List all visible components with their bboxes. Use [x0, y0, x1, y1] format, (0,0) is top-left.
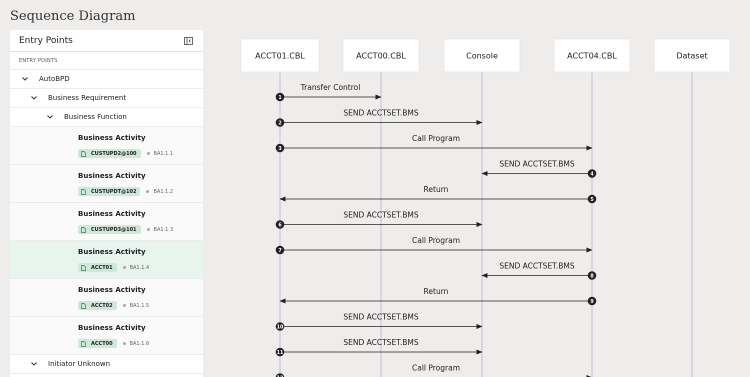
- message-label: Return: [424, 185, 449, 194]
- step-number: 7: [278, 248, 281, 254]
- message-label: Transfer Control: [300, 83, 361, 92]
- participant-label: Dataset: [676, 52, 707, 61]
- participant[interactable]: ACCT04.CBL: [553, 38, 631, 73]
- participant-label: ACCT00.CBL: [356, 52, 406, 61]
- message[interactable]: 8SEND ACCTSET.BMS: [481, 262, 597, 280]
- message[interactable]: 12Call Program: [275, 364, 593, 377]
- step-number: 3: [278, 146, 281, 152]
- message[interactable]: 2 SEND ACCTSET.BMS: [275, 109, 483, 127]
- message[interactable]: 1 Transfer Control: [275, 83, 382, 102]
- message-label: SEND ACCTSET.BMS: [343, 211, 419, 220]
- message-label: Return: [424, 287, 449, 296]
- step-number: 11: [277, 350, 284, 356]
- participant[interactable]: Console: [443, 38, 521, 73]
- step-number: 1: [278, 95, 281, 101]
- step-number: 2: [278, 120, 281, 126]
- participant[interactable]: ACCT01.CBL: [240, 38, 320, 73]
- message-label: SEND ACCTSET.BMS: [499, 262, 575, 271]
- message[interactable]: 4SEND ACCTSET.BMS: [481, 160, 597, 178]
- participant-label: ACCT04.CBL: [567, 52, 617, 61]
- participant-label: Console: [466, 52, 498, 61]
- message[interactable]: 3 Call Program: [275, 134, 593, 153]
- message[interactable]: 11 SEND ACCTSET.BMS: [275, 338, 483, 357]
- step-number: 10: [277, 324, 284, 330]
- message[interactable]: 7 Call Program: [275, 236, 593, 255]
- message-label: Call Program: [412, 364, 460, 373]
- message-label: SEND ACCTSET.BMS: [343, 338, 419, 347]
- message-label: Call Program: [412, 134, 460, 143]
- message[interactable]: 10 SEND ACCTSET.BMS: [275, 313, 483, 331]
- step-number: 5: [590, 197, 593, 203]
- participant[interactable]: Dataset: [653, 38, 731, 73]
- message[interactable]: 5 Return: [279, 185, 597, 204]
- sequence-diagram: ACCT01.CBL ACCT00.CBL Console ACCT04.CBL Dat…: [240, 38, 731, 377]
- message[interactable]: 6SEND ACCTSET.BMS: [275, 211, 483, 229]
- message-label: SEND ACCTSET.BMS: [343, 313, 419, 322]
- participant-label: ACCT01.CBL: [255, 52, 305, 61]
- participant[interactable]: ACCT00.CBL: [342, 38, 420, 73]
- message-label: SEND ACCTSET.BMS: [499, 160, 575, 169]
- message[interactable]: 9Return: [279, 287, 597, 306]
- message-label: Call Program: [412, 236, 460, 245]
- message-label: SEND ACCTSET.BMS: [343, 109, 419, 118]
